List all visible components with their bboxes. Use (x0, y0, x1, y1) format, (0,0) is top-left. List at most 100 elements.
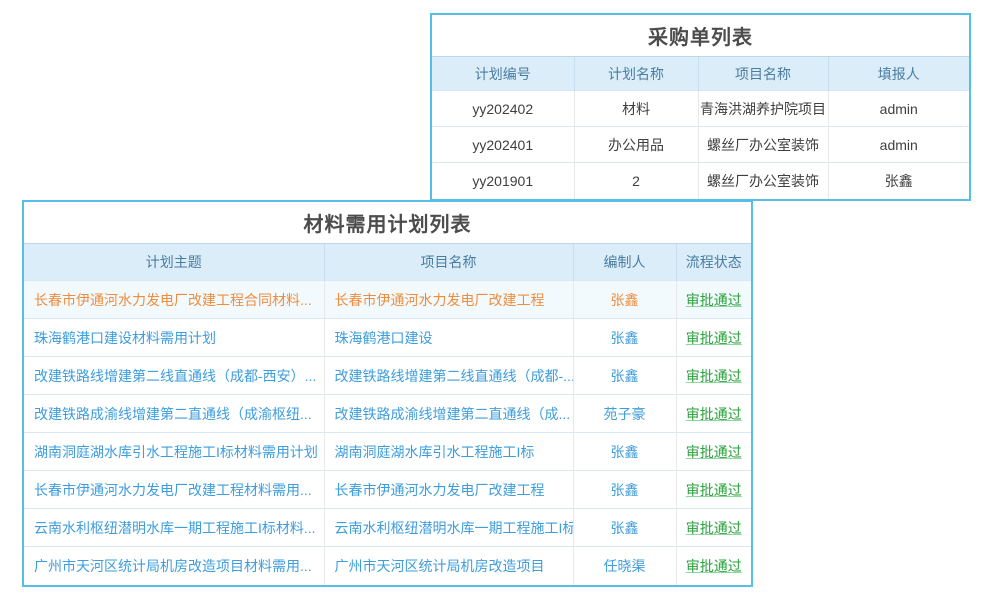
cell-status[interactable]: 审批通过 (676, 471, 751, 509)
cell-plan-subject[interactable]: 改建铁路线增建第二线直通线（成都-西安）... (24, 357, 324, 395)
purchase-list-panel: 采购单列表 计划编号 计划名称 项目名称 填报人 yy202402 材料 青海洪… (430, 13, 971, 201)
plan-subject-link[interactable]: 改建铁路成渝线增建第二直通线（成渝枢纽... (34, 406, 312, 422)
purchase-list-title: 采购单列表 (432, 15, 969, 56)
cell-project-name[interactable]: 广州市天河区统计局机房改造项目 (324, 547, 573, 585)
cell-plan-subject[interactable]: 长春市伊通河水力发电厂改建工程合同材料... (24, 281, 324, 319)
plan-subject-link[interactable]: 长春市伊通河水力发电厂改建工程合同材料... (34, 292, 312, 308)
status-link[interactable]: 审批通过 (686, 368, 742, 384)
author-name: 张鑫 (611, 482, 639, 498)
plan-subject-link[interactable]: 广州市天河区统计局机房改造项目材料需用... (34, 558, 312, 574)
cell-project-name[interactable]: 长春市伊通河水力发电厂改建工程 (324, 471, 573, 509)
cell-plan-subject[interactable]: 长春市伊通河水力发电厂改建工程材料需用... (24, 471, 324, 509)
cell-status[interactable]: 审批通过 (676, 319, 751, 357)
author-name: 张鑫 (611, 444, 639, 460)
author-name: 苑子豪 (604, 406, 646, 422)
table-row[interactable]: 珠海鹤港口建设材料需用计划 珠海鹤港口建设 张鑫 审批通过 (24, 319, 751, 357)
table-row[interactable]: yy202402 材料 青海洪湖养护院项目 admin (432, 91, 969, 127)
cell-author: 张鑫 (573, 319, 676, 357)
cell-status[interactable]: 审批通过 (676, 281, 751, 319)
column-header-project-name: 项目名称 (324, 244, 573, 281)
status-link[interactable]: 审批通过 (686, 558, 742, 574)
cell-project-name: 螺丝厂办公室装饰 (698, 163, 828, 199)
cell-status[interactable]: 审批通过 (676, 547, 751, 585)
cell-project-name: 螺丝厂办公室装饰 (698, 127, 828, 163)
author-name: 张鑫 (611, 368, 639, 384)
plan-subject-link[interactable]: 湖南洞庭湖水库引水工程施工I标材料需用计划 (34, 444, 318, 460)
project-name-link[interactable]: 改建铁路线增建第二线直通线（成都-... (335, 368, 574, 384)
cell-project-name[interactable]: 改建铁路成渝线增建第二直通线（成... (324, 395, 573, 433)
status-link[interactable]: 审批通过 (686, 406, 742, 422)
author-name: 张鑫 (611, 330, 639, 346)
table-row[interactable]: 改建铁路成渝线增建第二直通线（成渝枢纽... 改建铁路成渝线增建第二直通线（成.… (24, 395, 751, 433)
cell-status[interactable]: 审批通过 (676, 357, 751, 395)
cell-plan-name: 2 (574, 163, 698, 199)
project-name-link[interactable]: 广州市天河区统计局机房改造项目 (335, 558, 545, 574)
cell-author: 张鑫 (573, 471, 676, 509)
cell-project-name: 青海洪湖养护院项目 (698, 91, 828, 127)
cell-author: 张鑫 (573, 433, 676, 471)
project-name-link[interactable]: 湖南洞庭湖水库引水工程施工I标 (335, 444, 535, 460)
cell-filler: 张鑫 (828, 163, 969, 199)
material-plan-title: 材料需用计划列表 (24, 202, 751, 243)
table-row[interactable]: 湖南洞庭湖水库引水工程施工I标材料需用计划 湖南洞庭湖水库引水工程施工I标 张鑫… (24, 433, 751, 471)
author-name: 张鑫 (611, 520, 639, 536)
cell-project-name[interactable]: 珠海鹤港口建设 (324, 319, 573, 357)
material-plan-panel: 材料需用计划列表 计划主题 项目名称 编制人 流程状态 长春市伊通河水力发电厂改… (22, 200, 753, 587)
table-row[interactable]: 改建铁路线增建第二线直通线（成都-西安）... 改建铁路线增建第二线直通线（成都… (24, 357, 751, 395)
cell-status[interactable]: 审批通过 (676, 395, 751, 433)
cell-filler: admin (828, 127, 969, 163)
status-link[interactable]: 审批通过 (686, 482, 742, 498)
project-name-link[interactable]: 珠海鹤港口建设 (335, 330, 433, 346)
author-name: 张鑫 (611, 292, 639, 308)
cell-author: 张鑫 (573, 509, 676, 547)
cell-author: 张鑫 (573, 357, 676, 395)
material-plan-table: 计划主题 项目名称 编制人 流程状态 长春市伊通河水力发电厂改建工程合同材料..… (24, 243, 751, 585)
cell-status[interactable]: 审批通过 (676, 433, 751, 471)
status-link[interactable]: 审批通过 (686, 520, 742, 536)
plan-subject-link[interactable]: 长春市伊通河水力发电厂改建工程材料需用... (34, 482, 312, 498)
cell-plan-no: yy202402 (432, 91, 574, 127)
project-name-link[interactable]: 云南水利枢纽潜明水库一期工程施工I标 (335, 520, 574, 536)
column-header-plan-subject: 计划主题 (24, 244, 324, 281)
table-row[interactable]: 长春市伊通河水力发电厂改建工程材料需用... 长春市伊通河水力发电厂改建工程 张… (24, 471, 751, 509)
table-row[interactable]: yy201901 2 螺丝厂办公室装饰 张鑫 (432, 163, 969, 199)
project-name-link[interactable]: 长春市伊通河水力发电厂改建工程 (335, 482, 545, 498)
project-name-link[interactable]: 改建铁路成渝线增建第二直通线（成... (335, 406, 571, 422)
purchase-list-table: 计划编号 计划名称 项目名称 填报人 yy202402 材料 青海洪湖养护院项目… (432, 56, 969, 199)
cell-plan-name: 材料 (574, 91, 698, 127)
purchase-header-row: 计划编号 计划名称 项目名称 填报人 (432, 57, 969, 91)
table-row[interactable]: 广州市天河区统计局机房改造项目材料需用... 广州市天河区统计局机房改造项目 任… (24, 547, 751, 585)
column-header-status: 流程状态 (676, 244, 751, 281)
cell-filler: admin (828, 91, 969, 127)
column-header-plan-name: 计划名称 (574, 57, 698, 91)
cell-project-name[interactable]: 云南水利枢纽潜明水库一期工程施工I标 (324, 509, 573, 547)
column-header-author: 编制人 (573, 244, 676, 281)
cell-plan-no: yy202401 (432, 127, 574, 163)
material-header-row: 计划主题 项目名称 编制人 流程状态 (24, 244, 751, 281)
cell-plan-name: 办公用品 (574, 127, 698, 163)
status-link[interactable]: 审批通过 (686, 330, 742, 346)
cell-plan-subject[interactable]: 云南水利枢纽潜明水库一期工程施工I标材料... (24, 509, 324, 547)
project-name-link[interactable]: 长春市伊通河水力发电厂改建工程 (335, 292, 545, 308)
status-link[interactable]: 审批通过 (686, 292, 742, 308)
cell-plan-subject[interactable]: 改建铁路成渝线增建第二直通线（成渝枢纽... (24, 395, 324, 433)
cell-plan-subject[interactable]: 广州市天河区统计局机房改造项目材料需用... (24, 547, 324, 585)
plan-subject-link[interactable]: 珠海鹤港口建设材料需用计划 (34, 330, 216, 346)
plan-subject-link[interactable]: 改建铁路线增建第二线直通线（成都-西安）... (34, 368, 316, 384)
status-link[interactable]: 审批通过 (686, 444, 742, 460)
cell-plan-subject[interactable]: 湖南洞庭湖水库引水工程施工I标材料需用计划 (24, 433, 324, 471)
table-row[interactable]: 云南水利枢纽潜明水库一期工程施工I标材料... 云南水利枢纽潜明水库一期工程施工… (24, 509, 751, 547)
column-header-filler: 填报人 (828, 57, 969, 91)
table-row[interactable]: 长春市伊通河水力发电厂改建工程合同材料... 长春市伊通河水力发电厂改建工程 张… (24, 281, 751, 319)
cell-project-name[interactable]: 长春市伊通河水力发电厂改建工程 (324, 281, 573, 319)
table-row[interactable]: yy202401 办公用品 螺丝厂办公室装饰 admin (432, 127, 969, 163)
plan-subject-link[interactable]: 云南水利枢纽潜明水库一期工程施工I标材料... (34, 520, 316, 536)
cell-status[interactable]: 审批通过 (676, 509, 751, 547)
cell-author: 任晓渠 (573, 547, 676, 585)
cell-project-name[interactable]: 改建铁路线增建第二线直通线（成都-... (324, 357, 573, 395)
author-name: 任晓渠 (604, 558, 646, 574)
cell-plan-subject[interactable]: 珠海鹤港口建设材料需用计划 (24, 319, 324, 357)
cell-project-name[interactable]: 湖南洞庭湖水库引水工程施工I标 (324, 433, 573, 471)
cell-plan-no: yy201901 (432, 163, 574, 199)
column-header-plan-no: 计划编号 (432, 57, 574, 91)
